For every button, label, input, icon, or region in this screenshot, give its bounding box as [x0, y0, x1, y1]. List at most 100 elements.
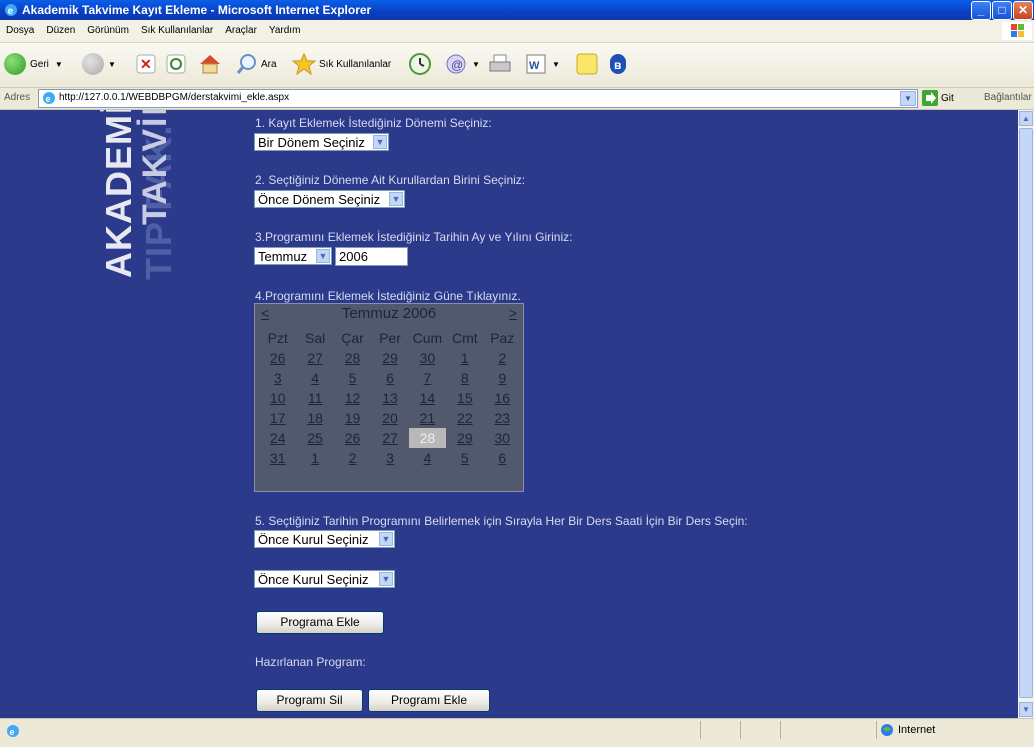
mail-button[interactable]: @ ▼ — [444, 51, 480, 77]
calendar-day[interactable]: 27 — [371, 428, 408, 448]
save-program-button[interactable]: Programı Ekle — [368, 689, 490, 712]
calendar-day[interactable]: 13 — [371, 388, 408, 408]
calendar-day[interactable]: 27 — [296, 348, 333, 368]
calendar-day[interactable]: 31 — [259, 448, 296, 468]
page-icon: e — [43, 92, 55, 104]
favorites-label: Sık Kullanılanlar — [319, 58, 392, 70]
calendar-day[interactable]: 29 — [446, 428, 483, 448]
address-input[interactable]: e http://127.0.0.1/WEBDBPGM/derstakvimi_… — [38, 89, 918, 108]
calendar-day[interactable]: 17 — [259, 408, 296, 428]
svg-text:e: e — [10, 727, 15, 737]
chevron-down-icon: ▼ — [379, 532, 393, 546]
calendar-day[interactable]: 23 — [484, 408, 521, 428]
calendar-day[interactable]: 15 — [446, 388, 483, 408]
year-input[interactable]: 2006 — [335, 247, 408, 266]
title-bar: e Akademik Takvime Kayıt Ekleme - Micros… — [0, 0, 1034, 20]
calendar-day[interactable]: 5 — [334, 368, 371, 388]
menu-araclar[interactable]: Araçlar — [219, 20, 263, 42]
calendar-day[interactable]: 4 — [296, 368, 333, 388]
calendar-day[interactable]: 12 — [334, 388, 371, 408]
links-label[interactable]: Bağlantılar — [984, 92, 1032, 103]
address-dropdown-icon[interactable]: ▼ — [900, 91, 916, 106]
calendar-day-selected[interactable]: 28 — [408, 428, 447, 448]
calendar-day[interactable]: 26 — [259, 348, 296, 368]
scroll-down-icon[interactable]: ▼ — [1019, 702, 1033, 717]
menu-duzen[interactable]: Düzen — [40, 20, 81, 42]
course-select-2[interactable]: Önce Kurul Seçiniz ▼ — [254, 570, 395, 588]
course-select-1[interactable]: Önce Kurul Seçiniz ▼ — [254, 530, 395, 548]
maximize-icon[interactable]: □ — [992, 1, 1012, 20]
period-select[interactable]: Bir Dönem Seçiniz ▼ — [254, 133, 389, 151]
bluetooth-button[interactable]: ʙ — [608, 51, 628, 77]
status-bar: e Internet — [0, 718, 1034, 747]
calendar-day[interactable]: 16 — [484, 388, 521, 408]
go-button[interactable]: Git — [922, 90, 954, 106]
calendar-day[interactable]: 9 — [484, 368, 521, 388]
calendar-day[interactable]: 4 — [409, 448, 446, 468]
add-to-program-button[interactable]: Programa Ekle — [256, 611, 384, 634]
calendar-day[interactable]: 14 — [409, 388, 446, 408]
calendar-day[interactable]: 6 — [371, 368, 408, 388]
history-icon — [409, 53, 431, 75]
calendar-day[interactable]: 26 — [334, 428, 371, 448]
step3-label: 3.Programını Eklemek İstediğiniz Tarihin… — [255, 230, 573, 244]
calendar-day[interactable]: 21 — [409, 408, 446, 428]
refresh-button[interactable] — [166, 51, 186, 77]
menu-dosya[interactable]: Dosya — [0, 20, 40, 42]
calendar-day[interactable]: 2 — [484, 348, 521, 368]
calendar-day[interactable]: 8 — [446, 368, 483, 388]
menu-gorunum[interactable]: Görünüm — [81, 20, 135, 42]
address-bar: Adres e http://127.0.0.1/WEBDBPGM/dersta… — [0, 88, 1034, 110]
edit-button[interactable]: W ▼ — [526, 51, 560, 77]
page-status-icon: e — [7, 725, 19, 737]
calendar-day[interactable]: 5 — [446, 448, 483, 468]
close-icon[interactable]: ✕ — [1013, 1, 1033, 20]
menu-sik-kullanilanlar[interactable]: Sık Kullanılanlar — [135, 20, 219, 42]
history-button[interactable] — [408, 51, 432, 77]
calendar-day[interactable]: 24 — [259, 428, 296, 448]
committee-select[interactable]: Önce Dönem Seçiniz ▼ — [254, 190, 405, 208]
notes-button[interactable] — [576, 51, 598, 77]
favorites-button[interactable]: Sık Kullanılanlar — [292, 51, 391, 77]
calendar-next-link[interactable]: > — [509, 305, 517, 321]
chevron-down-icon: ▼ — [373, 135, 387, 149]
scroll-thumb[interactable] — [1019, 128, 1033, 698]
calendar-prev-link[interactable]: < — [261, 305, 269, 321]
calendar-day[interactable]: 22 — [446, 408, 483, 428]
calendar-month-title: Temmuz 2006 — [341, 305, 437, 322]
calendar-day[interactable]: 30 — [409, 348, 446, 368]
calendar-day[interactable]: 30 — [484, 428, 521, 448]
prepared-program-label: Hazırlanan Program: — [255, 655, 366, 669]
print-button[interactable] — [488, 51, 512, 77]
calendar-day[interactable]: 20 — [371, 408, 408, 428]
search-button[interactable]: Ara — [236, 51, 277, 77]
forward-button[interactable]: ▼ — [82, 51, 116, 77]
vertical-scrollbar[interactable]: ▲ ▼ — [1018, 110, 1034, 718]
menu-yardim[interactable]: Yardım — [263, 20, 307, 42]
calendar-day[interactable]: 11 — [296, 388, 333, 408]
calendar-day[interactable]: 18 — [296, 408, 333, 428]
scroll-up-icon[interactable]: ▲ — [1019, 111, 1033, 126]
home-button[interactable] — [198, 51, 222, 77]
calendar-day[interactable]: 25 — [296, 428, 333, 448]
calendar-day[interactable]: 3 — [259, 368, 296, 388]
course-select-1-value: Önce Kurul Seçiniz — [258, 532, 369, 547]
calendar-day[interactable]: 3 — [371, 448, 408, 468]
calendar-day[interactable]: 6 — [484, 448, 521, 468]
calendar-day[interactable]: 28 — [334, 348, 371, 368]
calendar-day[interactable]: 19 — [334, 408, 371, 428]
window-title: Akademik Takvime Kayıt Ekleme - Microsof… — [22, 3, 372, 17]
calendar-day[interactable]: 7 — [409, 368, 446, 388]
back-button[interactable]: Geri ▼ — [4, 51, 63, 77]
calendar-day[interactable]: 2 — [334, 448, 371, 468]
calendar-day[interactable]: 29 — [371, 348, 408, 368]
calendar-day[interactable]: 1 — [446, 348, 483, 368]
logo-line-takvimi: TAKVİMİ — [136, 110, 174, 225]
calendar-day[interactable]: 10 — [259, 388, 296, 408]
month-select[interactable]: Temmuz ▼ — [254, 247, 332, 265]
calendar-day[interactable]: 1 — [296, 448, 333, 468]
chevron-down-icon: ▼ — [316, 249, 330, 263]
minimize-icon[interactable]: _ — [971, 1, 991, 20]
delete-program-button[interactable]: Programı Sil — [256, 689, 363, 712]
stop-button[interactable]: ✕ — [136, 51, 156, 77]
